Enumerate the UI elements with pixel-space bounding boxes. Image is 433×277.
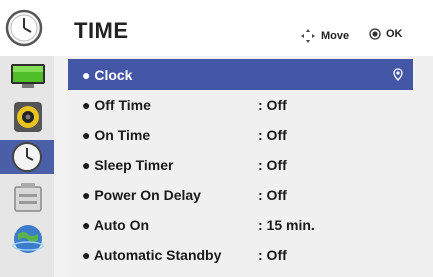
menu-item-value: : Off <box>258 97 287 113</box>
ok-label: OK <box>386 28 403 40</box>
menu-item-clock[interactable]: ● Clock <box>68 59 413 90</box>
page-title: TIME <box>74 18 129 43</box>
option-icon[interactable] <box>4 181 52 215</box>
menu-item-label: ● Power On Delay <box>82 187 201 203</box>
menu-item-sleep-timer[interactable]: ● Sleep Timer : Off <box>68 150 413 180</box>
ok-hint: OK <box>369 28 403 40</box>
menu-header: TIME Move OK <box>0 0 433 56</box>
menu-item-value: : Off <box>258 247 287 263</box>
menu-item-label: ● Clock <box>82 66 133 83</box>
network-icon[interactable] <box>4 222 52 256</box>
menu-item-label: ● On Time <box>82 127 151 143</box>
menu-item-auto-on[interactable]: ● Auto On : 15 min. <box>68 210 413 240</box>
ok-button-icon <box>369 28 381 40</box>
menu-item-automatic-standby[interactable]: ● Automatic Standby : Off <box>68 240 413 270</box>
picture-icon[interactable] <box>4 59 52 93</box>
clock-icon <box>5 9 43 47</box>
location-pin-icon <box>393 68 403 81</box>
menu-item-value: : Off <box>258 187 287 203</box>
menu-item-label: ● Automatic Standby <box>82 247 222 263</box>
menu-item-off-time[interactable]: ● Off Time : Off <box>68 90 413 120</box>
move-arrows-icon <box>301 29 315 43</box>
menu-item-value: : 15 min. <box>258 217 315 233</box>
audio-icon[interactable] <box>4 100 52 134</box>
menu-panel: ● Clock ● Off Time : Off ● On Time : Off… <box>68 56 433 277</box>
move-label: Move <box>321 30 350 42</box>
menu-item-value: : Off <box>258 127 287 143</box>
menu-item-label: ● Sleep Timer <box>82 157 174 173</box>
menu-item-label: ● Auto On <box>82 217 150 233</box>
time-icon[interactable] <box>0 140 54 174</box>
menu-item-label: ● Off Time <box>82 97 151 113</box>
menu-item-value: : Off <box>258 157 287 173</box>
sidebar-divider <box>54 56 68 277</box>
time-menu-screen: TIME Move OK ● Clock ● Off Time: Off ● … <box>0 0 433 277</box>
move-hint: Move <box>300 28 349 44</box>
category-sidebar <box>0 56 68 277</box>
menu-item-on-time[interactable]: ● On Time : Off <box>68 120 413 150</box>
menu-item-power-on-delay[interactable]: ● Power On Delay : Off <box>68 180 413 210</box>
